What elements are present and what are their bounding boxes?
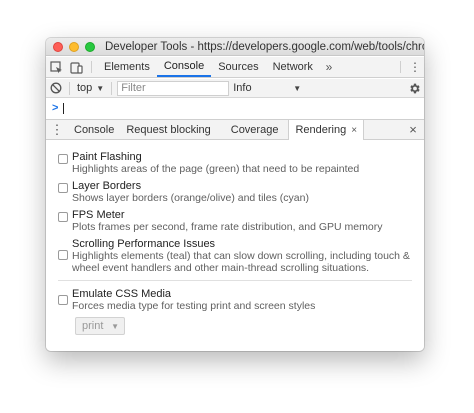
media-type-select[interactable]: print ▼ xyxy=(75,317,125,335)
window-title: Developer Tools - https://developers.goo… xyxy=(105,40,424,53)
zoom-window-button[interactable] xyxy=(85,41,95,52)
section-divider xyxy=(58,280,412,281)
kebab-menu-icon[interactable]: ⋮ xyxy=(406,57,424,77)
paint-flashing-checkbox[interactable] xyxy=(58,154,68,164)
caret-down-icon: ▼ xyxy=(96,83,105,93)
drawer-tab-label: Rendering xyxy=(295,124,347,136)
filter-input[interactable] xyxy=(117,80,230,96)
drawer-tab-coverage[interactable]: Coverage xyxy=(217,120,289,139)
drawer-tab-bar: ⋮ Console Request blocking Coverage Rend… xyxy=(46,119,424,140)
devtools-window: Developer Tools - https://developers.goo… xyxy=(46,38,424,351)
toolbar-divider xyxy=(111,81,113,95)
tab-sources[interactable]: Sources xyxy=(211,57,265,77)
tab-elements[interactable]: Elements xyxy=(97,57,157,77)
rendering-panel: Paint Flashing Highlights areas of the p… xyxy=(46,141,424,351)
option-title: Scrolling Performance Issues xyxy=(72,238,216,250)
clear-console-icon[interactable] xyxy=(46,82,66,94)
prompt-chevron-icon: > xyxy=(52,102,59,114)
emulate-css-media-checkbox[interactable] xyxy=(58,295,68,305)
tab-network[interactable]: Network xyxy=(266,57,320,77)
title-bar: Developer Tools - https://developers.goo… xyxy=(46,38,424,56)
drawer-tab-rendering[interactable]: Rendering × xyxy=(288,120,365,140)
media-type-value: print xyxy=(82,320,104,332)
option-description: Shows layer borders (orange/olive) and t… xyxy=(72,192,309,204)
layer-borders-checkbox[interactable] xyxy=(58,183,68,193)
option-description: Highlights elements (teal) that can slow… xyxy=(72,250,410,274)
log-levels-dropdown[interactable]: Info ▼ xyxy=(229,82,301,94)
option-title: FPS Meter xyxy=(72,209,125,221)
drawer-menu-icon[interactable]: ⋮ xyxy=(46,120,68,139)
option-title: Paint Flashing xyxy=(72,151,142,163)
console-toolbar: top ▼ Info ▼ xyxy=(46,79,424,98)
drawer-tab-request-blocking[interactable]: Request blocking xyxy=(120,120,216,139)
caret-down-icon: ▼ xyxy=(111,321,119,331)
main-tab-bar: Elements Console Sources Network » ⋮ xyxy=(46,57,424,78)
text-cursor xyxy=(63,102,65,114)
option-description: Forces media type for testing print and … xyxy=(72,300,316,312)
toolbar-divider xyxy=(69,81,70,95)
close-drawer-icon[interactable]: × xyxy=(402,120,424,139)
option-title: Layer Borders xyxy=(72,180,142,192)
option-title: Emulate CSS Media xyxy=(72,288,172,300)
drawer-tab-console[interactable]: Console xyxy=(68,120,120,139)
option-description: Highlights areas of the page (green) tha… xyxy=(72,163,360,175)
log-levels-value: Info xyxy=(233,82,252,94)
inspect-element-icon[interactable] xyxy=(46,57,66,77)
more-tabs-icon[interactable]: » xyxy=(320,57,338,77)
fps-meter-checkbox[interactable] xyxy=(58,212,68,222)
caret-down-icon: ▼ xyxy=(293,83,302,93)
scrolling-performance-checkbox[interactable] xyxy=(58,250,68,260)
device-toolbar-icon[interactable] xyxy=(66,57,86,77)
minimize-window-button[interactable] xyxy=(69,41,79,52)
tab-console[interactable]: Console xyxy=(156,57,212,77)
toolbar-divider xyxy=(91,61,92,73)
console-prompt[interactable]: > xyxy=(46,98,424,118)
gear-icon[interactable] xyxy=(404,82,424,95)
close-tab-icon[interactable]: × xyxy=(351,125,357,136)
context-selector[interactable]: top ▼ xyxy=(73,82,108,94)
toolbar-divider xyxy=(400,61,401,73)
option-description: Plots frames per second, frame rate dist… xyxy=(72,221,383,233)
close-window-button[interactable] xyxy=(53,41,63,52)
context-value: top xyxy=(77,82,93,94)
